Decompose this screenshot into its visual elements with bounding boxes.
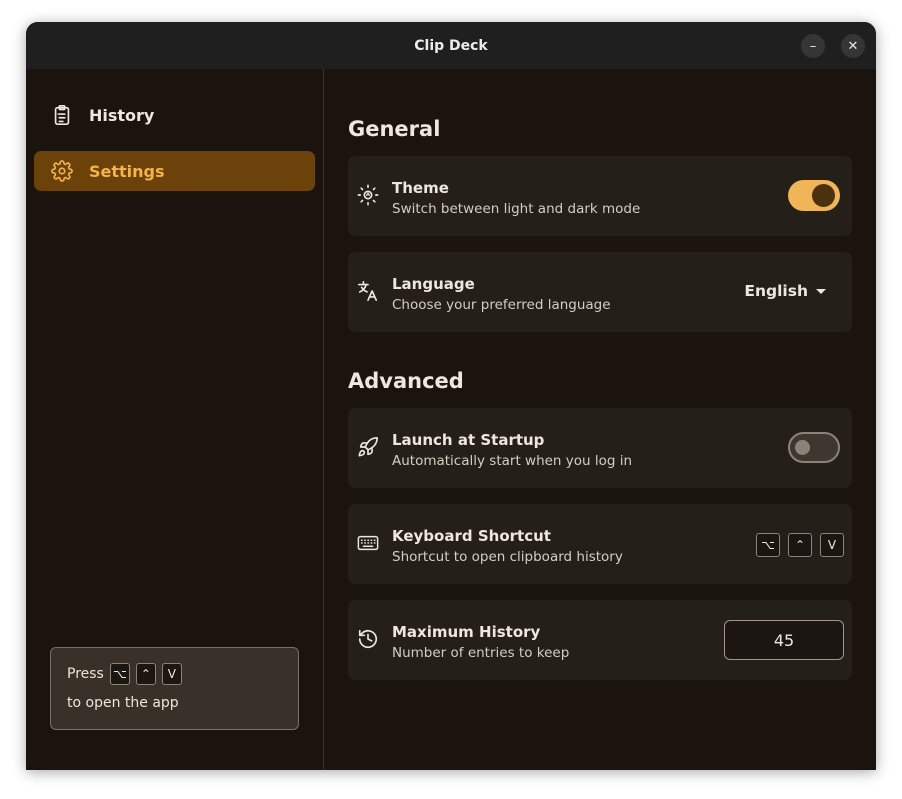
close-icon: ✕ xyxy=(847,38,859,54)
setting-description: Choose your preferred language xyxy=(392,297,611,313)
sidebar: History Settings Press ⌥ ⌃ V to open the… xyxy=(26,69,324,770)
max-history-input[interactable]: 45 xyxy=(724,620,844,660)
close-button[interactable]: ✕ xyxy=(841,34,865,58)
section-title-advanced: Advanced xyxy=(348,369,464,393)
window-title: Clip Deck xyxy=(414,37,488,54)
setting-keyboard-shortcut: Keyboard Shortcut Shortcut to open clipb… xyxy=(348,504,852,584)
setting-description: Switch between light and dark mode xyxy=(392,201,641,217)
hint-suffix: to open the app xyxy=(67,695,179,711)
key-control: ⌃ xyxy=(135,663,156,685)
setting-label: Maximum History xyxy=(392,623,541,641)
sun-icon xyxy=(357,184,379,206)
key-option: ⌥ xyxy=(109,663,130,685)
chevron-down-icon xyxy=(816,288,826,294)
sidebar-item-settings[interactable]: Settings xyxy=(34,151,315,191)
history-icon xyxy=(357,628,379,650)
key-v: V xyxy=(161,663,182,685)
toggle-knob xyxy=(795,440,810,455)
theme-toggle[interactable] xyxy=(788,180,840,211)
startup-toggle[interactable] xyxy=(788,432,840,463)
language-dropdown[interactable]: English xyxy=(744,282,826,300)
minimize-button[interactable]: – xyxy=(801,34,825,58)
setting-label: Keyboard Shortcut xyxy=(392,527,551,545)
setting-description: Automatically start when you log in xyxy=(392,453,633,469)
toggle-knob xyxy=(812,184,835,207)
key-v: V xyxy=(820,533,844,557)
minimize-icon: – xyxy=(809,38,817,54)
section-title-general: General xyxy=(348,117,441,141)
setting-max-history: Maximum History Number of entries to kee… xyxy=(348,600,852,680)
key-control: ⌃ xyxy=(788,533,812,557)
language-value: English xyxy=(744,282,808,300)
shortcut-hint: Press ⌥ ⌃ V to open the app xyxy=(50,647,299,730)
key-option: ⌥ xyxy=(756,533,780,557)
shortcut-recorder[interactable]: ⌥ ⌃ V xyxy=(756,533,844,557)
setting-startup: Launch at Startup Automatically start wh… xyxy=(348,408,852,488)
rocket-icon xyxy=(357,436,379,458)
gear-icon xyxy=(51,160,73,182)
settings-panel: General Theme Switch between light and d… xyxy=(324,69,876,770)
keyboard-icon xyxy=(357,532,379,554)
sidebar-item-history[interactable]: History xyxy=(34,95,315,135)
translate-icon xyxy=(357,280,379,302)
clipboard-list-icon xyxy=(51,104,73,126)
setting-description: Number of entries to keep xyxy=(392,645,570,661)
setting-theme: Theme Switch between light and dark mode xyxy=(348,156,852,236)
title-bar[interactable]: Clip Deck – ✕ xyxy=(26,22,876,69)
setting-description: Shortcut to open clipboard history xyxy=(392,549,623,565)
setting-label: Theme xyxy=(392,179,449,197)
sidebar-item-label: Settings xyxy=(89,161,165,181)
sidebar-item-label: History xyxy=(89,105,155,125)
setting-label: Language xyxy=(392,275,475,293)
setting-label: Launch at Startup xyxy=(392,431,545,449)
hint-prefix: Press xyxy=(67,666,104,682)
setting-language: Language Choose your preferred language … xyxy=(348,252,852,332)
app-window: Clip Deck – ✕ History Settings Press ⌥ ⌃… xyxy=(26,22,876,770)
